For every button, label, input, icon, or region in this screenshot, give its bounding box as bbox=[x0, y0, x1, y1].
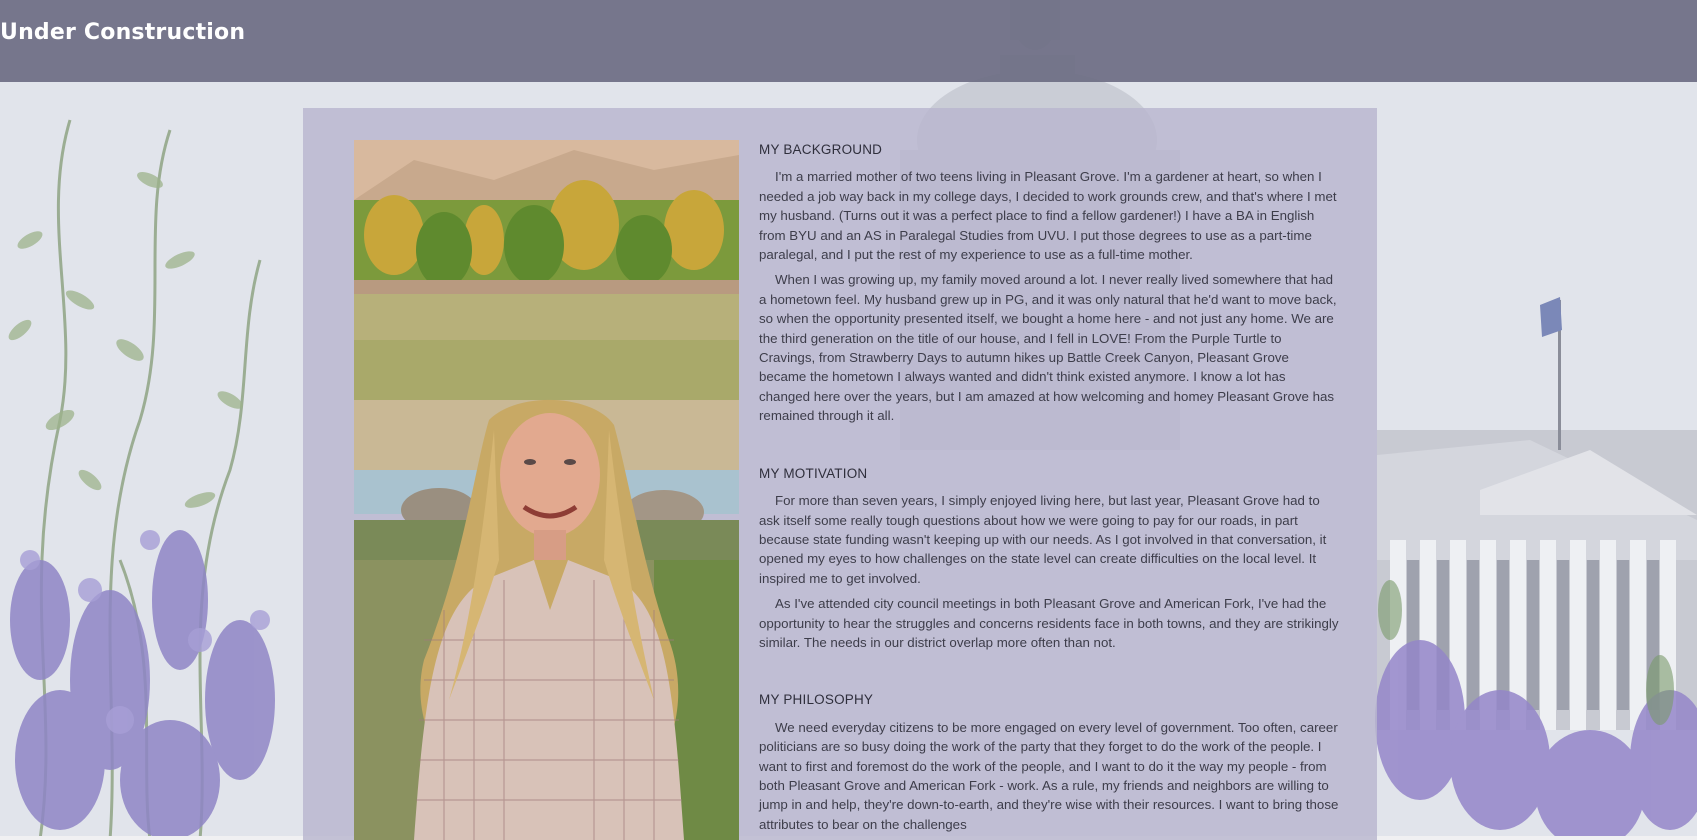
site-header: Under Construction bbox=[0, 0, 1697, 82]
philosophy-section: MY PHILOSOPHY We need everyday citizens … bbox=[759, 690, 1339, 834]
content-panel: MY BACKGROUND I'm a married mother of tw… bbox=[303, 108, 1377, 840]
background-paragraph-2: When I was growing up, my family moved a… bbox=[759, 272, 1337, 424]
motivation-heading: MY MOTIVATION bbox=[759, 465, 868, 481]
motivation-paragraph-1: For more than seven years, I simply enjo… bbox=[759, 493, 1327, 586]
background-section: MY BACKGROUND I'm a married mother of tw… bbox=[759, 140, 1339, 426]
background-heading: MY BACKGROUND bbox=[759, 142, 883, 157]
page: Under Construction MY BACKGROUND I'm a m… bbox=[0, 0, 1697, 840]
philosophy-paragraph-1: We need everyday citizens to be more eng… bbox=[759, 719, 1339, 832]
site-title[interactable]: Under Construction bbox=[0, 20, 245, 45]
motivation-paragraph-2: As I've attended city council meetings i… bbox=[759, 596, 1339, 650]
motivation-section: MY MOTIVATION For more than seven years,… bbox=[759, 464, 1339, 653]
candidate-photo bbox=[354, 140, 739, 840]
background-paragraph-1: I'm a married mother of two teens living… bbox=[759, 169, 1337, 263]
philosophy-heading: MY PHILOSOPHY bbox=[759, 692, 874, 708]
portrait-image bbox=[354, 140, 739, 840]
bio-content: MY BACKGROUND I'm a married mother of tw… bbox=[759, 140, 1339, 840]
